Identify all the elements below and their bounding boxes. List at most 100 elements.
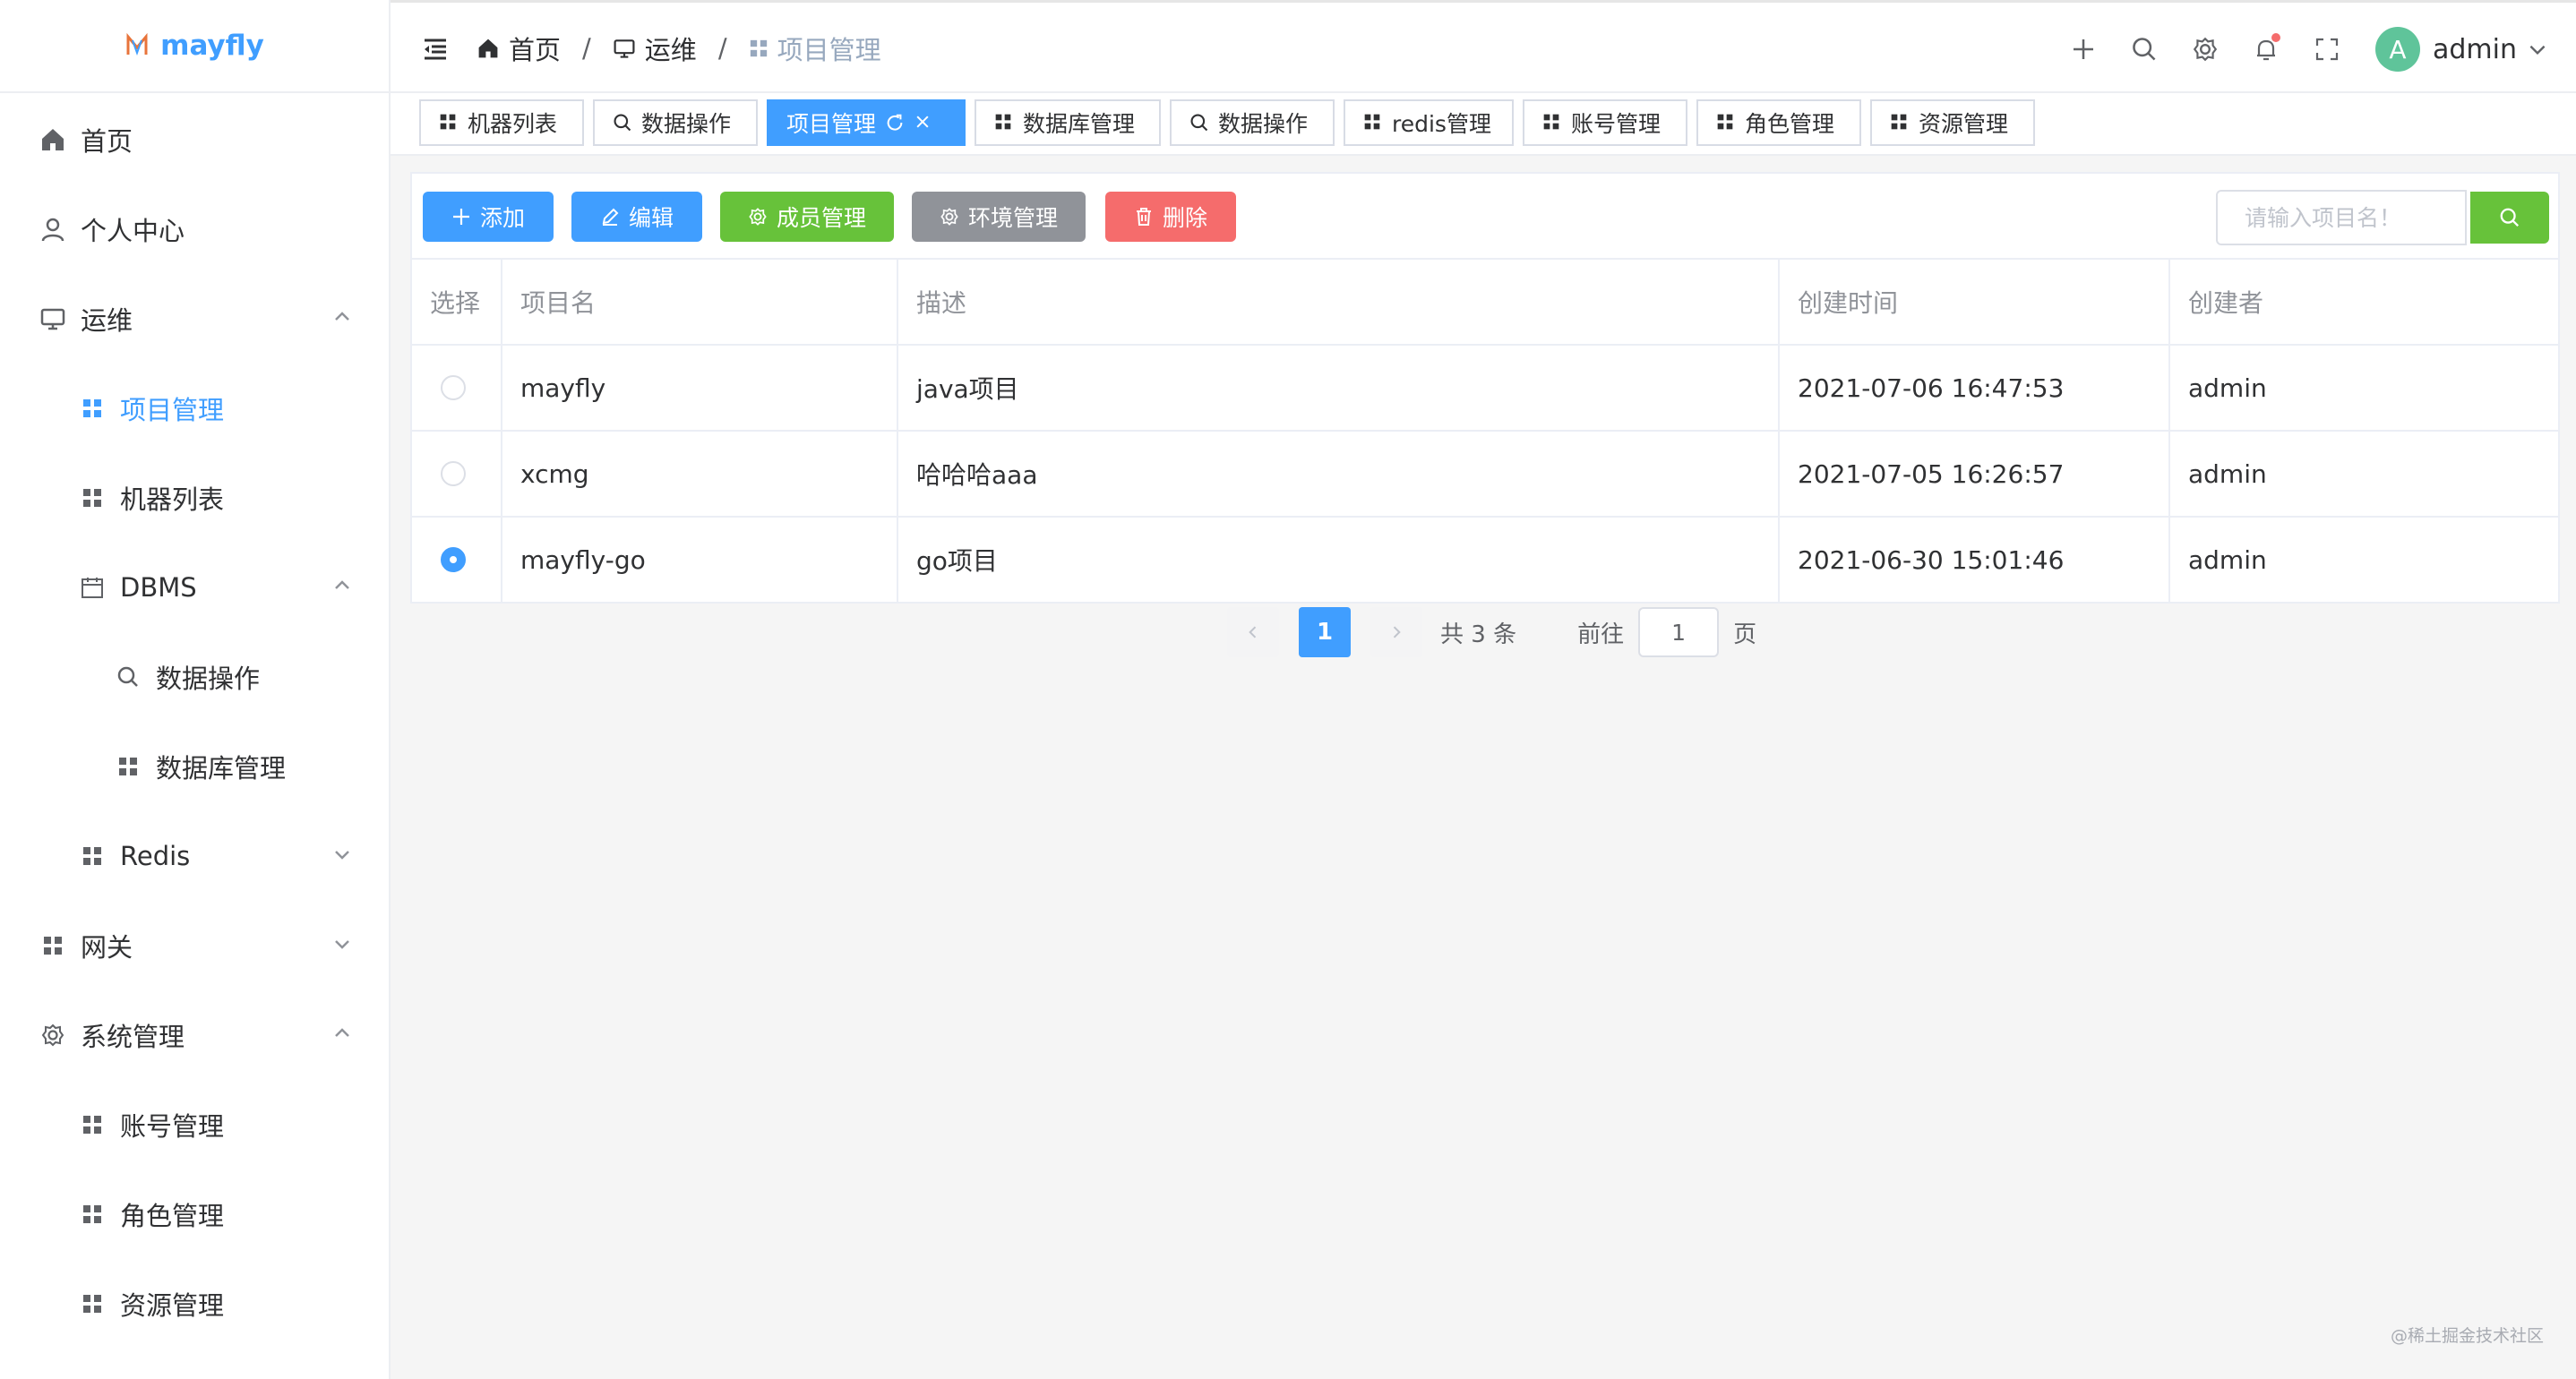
breadcrumb-label: 运维 <box>644 35 697 65</box>
tab-data-ops[interactable]: 数据操作 <box>593 99 758 146</box>
delete-button[interactable]: 删除 <box>1105 192 1236 242</box>
row-radio[interactable] <box>441 375 466 400</box>
env-button[interactable]: 环境管理 <box>912 192 1086 242</box>
chevron-left-icon <box>1249 626 1257 638</box>
cell-creator: admin <box>2169 517 2558 604</box>
sidebar-item-label: 资源管理 <box>120 1290 225 1321</box>
tab-resources[interactable]: 资源管理 <box>1870 99 2035 146</box>
members-button[interactable]: 成员管理 <box>720 192 894 242</box>
sidebar-item-data-ops[interactable]: 数据操作 <box>0 632 389 722</box>
sidebar-item-profile[interactable]: 个人中心 <box>0 184 389 274</box>
tab-data-ops-2[interactable]: 数据操作 <box>1170 99 1335 146</box>
table-row[interactable]: xcmg 哈哈哈aaa 2021-07-05 16:26:57 admin <box>412 431 2558 518</box>
sidebar-item-dbms[interactable]: DBMS <box>0 543 389 632</box>
table-row[interactable]: mayfly-go go项目 2021-06-30 15:01:46 admin <box>412 517 2558 604</box>
monitor-icon <box>614 39 635 58</box>
edit-button[interactable]: 编辑 <box>571 192 702 242</box>
tab-redis-manage[interactable]: redis管理 <box>1344 99 1514 146</box>
cell-created: 2021-07-05 16:26:57 <box>1779 431 2170 518</box>
chevron-down-icon <box>335 851 349 860</box>
calendar-icon <box>79 574 106 601</box>
edit-icon <box>600 207 620 227</box>
tab-label: 项目管理 <box>786 111 877 137</box>
table-header-row: 选择 项目名 描述 创建时间 创建者 <box>412 258 2558 346</box>
goto-page-input[interactable] <box>1638 607 1720 657</box>
gear-icon <box>748 207 768 227</box>
breadcrumb-home[interactable]: 首页 <box>477 30 561 67</box>
sidebar-item-resources[interactable]: 资源管理 <box>0 1259 389 1349</box>
fullscreen-icon[interactable] <box>2311 33 2343 65</box>
grid-icon <box>79 395 106 422</box>
close-icon[interactable] <box>914 113 933 133</box>
next-page-button[interactable] <box>1370 607 1422 657</box>
sidebar-item-db-manage[interactable]: 数据库管理 <box>0 722 389 811</box>
sidebar-item-label: 账号管理 <box>120 1111 225 1142</box>
sidebar-item-label: Redis <box>120 841 191 871</box>
gear-icon <box>39 1022 66 1049</box>
grid-icon <box>115 753 142 780</box>
search-button[interactable] <box>2470 192 2549 244</box>
grid-icon <box>1542 113 1562 133</box>
tab-roles[interactable]: 角色管理 <box>1696 99 1861 146</box>
sidebar-item-label: 运维 <box>81 305 133 336</box>
breadcrumb-label: 首页 <box>509 35 562 65</box>
search-input[interactable] <box>2216 190 2467 245</box>
menu-fold-icon[interactable] <box>421 35 450 64</box>
grid-icon <box>750 39 767 57</box>
sidebar-item-accounts[interactable]: 账号管理 <box>0 1080 389 1169</box>
sidebar-item-label: 数据库管理 <box>156 753 287 784</box>
sidebar-item-home[interactable]: 首页 <box>0 95 389 184</box>
row-radio[interactable] <box>441 547 466 572</box>
cell-creator: admin <box>2169 431 2558 518</box>
row-radio[interactable] <box>441 461 466 486</box>
tab-label: 角色管理 <box>1745 111 1835 137</box>
user-name[interactable]: admin <box>2433 34 2517 65</box>
sidebar-item-redis[interactable]: Redis <box>0 811 389 901</box>
sidebar-item-gateway[interactable]: 网关 <box>0 901 389 990</box>
cell-name: mayfly-go <box>502 517 898 604</box>
tab-db-manage[interactable]: 数据库管理 <box>975 99 1161 146</box>
pagination-goto-label: 前往 <box>1577 621 1625 648</box>
sidebar-item-machines[interactable]: 机器列表 <box>0 453 389 543</box>
pagination-total: 共 3 条 <box>1440 621 1517 648</box>
logo[interactable]: mayfly <box>0 0 389 93</box>
chevron-down-icon[interactable] <box>2526 38 2549 61</box>
avatar[interactable]: A <box>2375 27 2420 72</box>
sidebar-item-system[interactable]: 系统管理 <box>0 990 389 1080</box>
pagination-page-unit: 页 <box>1733 621 1757 648</box>
tab-machines[interactable]: 机器列表 <box>419 99 584 146</box>
prev-page-button[interactable] <box>1227 607 1279 657</box>
breadcrumb-current: 项目管理 <box>749 30 881 67</box>
cell-name: xcmg <box>502 431 898 518</box>
button-label: 成员管理 <box>776 205 866 231</box>
plus-icon[interactable] <box>2067 33 2099 65</box>
button-label: 添加 <box>479 205 525 231</box>
trash-icon <box>1134 207 1154 227</box>
refresh-icon[interactable] <box>885 113 905 133</box>
column-header: 创建时间 <box>1779 258 2170 346</box>
tab-projects[interactable]: 项目管理 <box>767 99 966 146</box>
breadcrumb-separator: / <box>582 33 591 64</box>
gear-icon[interactable] <box>2189 33 2221 65</box>
grid-icon <box>79 1201 106 1228</box>
grid-icon <box>39 932 66 959</box>
home-icon <box>39 126 66 153</box>
sidebar-item-roles[interactable]: 角色管理 <box>0 1169 389 1259</box>
search-icon[interactable] <box>2128 33 2160 65</box>
chevron-up-icon <box>335 1028 349 1037</box>
cell-desc: java项目 <box>897 345 1780 432</box>
tab-accounts[interactable]: 账号管理 <box>1523 99 1687 146</box>
bell-icon[interactable] <box>2250 33 2282 65</box>
breadcrumb-separator: / <box>717 33 727 64</box>
grid-icon <box>1890 113 1910 133</box>
sidebar-item-ops[interactable]: 运维 <box>0 274 389 364</box>
add-button[interactable]: 添加 <box>423 192 554 242</box>
page-number[interactable]: 1 <box>1299 607 1351 657</box>
brand-name: mayfly <box>160 30 264 62</box>
sidebar-item-label: 数据操作 <box>156 664 261 694</box>
breadcrumb-ops[interactable]: 运维 <box>613 30 697 67</box>
table-row[interactable]: mayfly java项目 2021-07-06 16:47:53 admin <box>412 345 2558 432</box>
sidebar-item-projects[interactable]: 项目管理 <box>0 364 389 453</box>
select-cell <box>412 345 502 432</box>
sidebar-item-label: 项目管理 <box>120 395 225 425</box>
